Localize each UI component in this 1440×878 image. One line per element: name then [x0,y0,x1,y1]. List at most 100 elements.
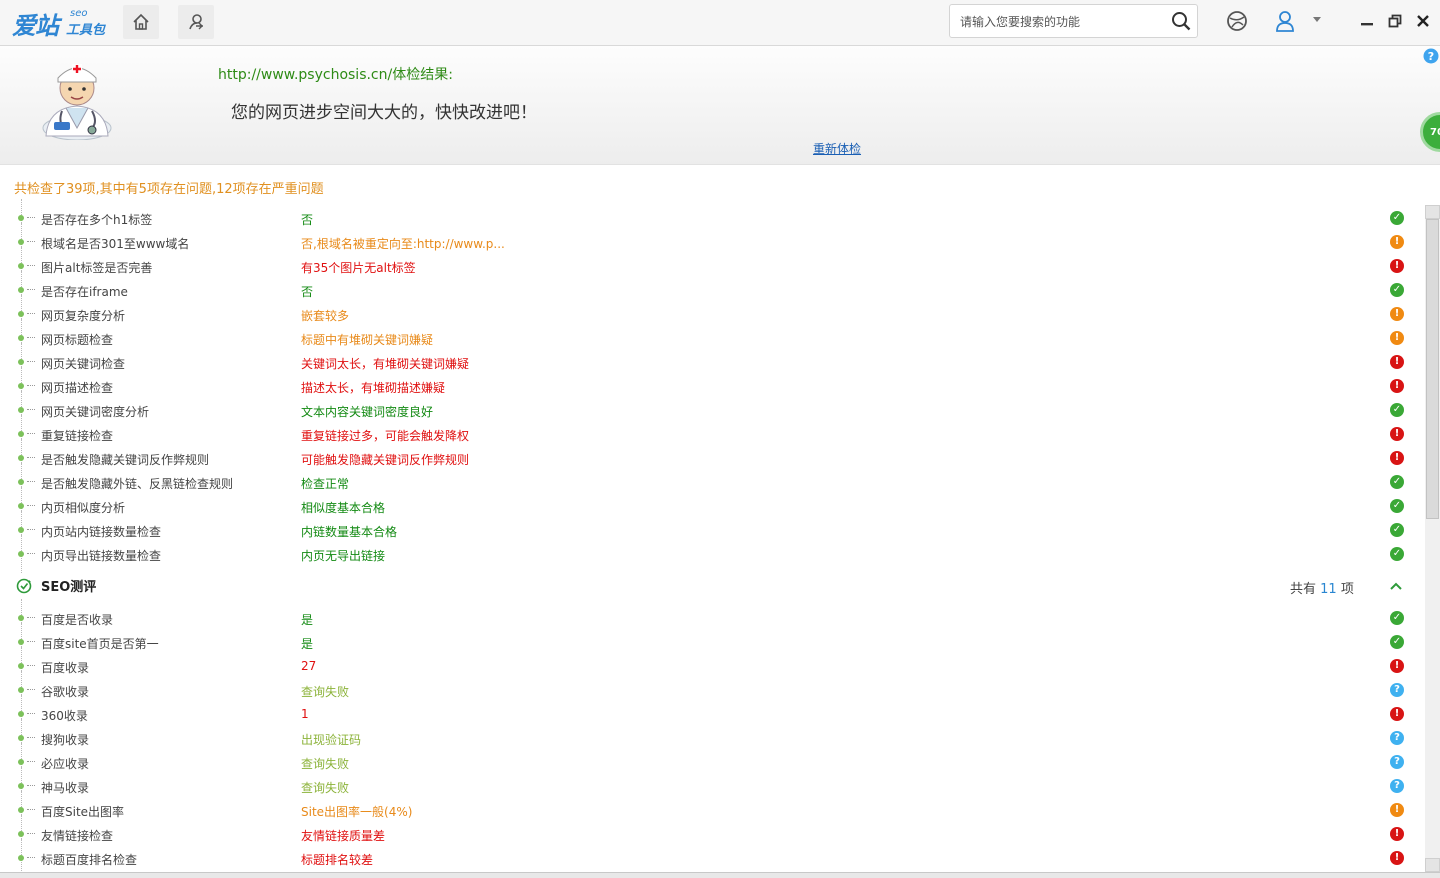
tree-connector [27,385,35,386]
tree-bullet-icon [18,503,24,509]
check-label: 必应收录 [41,757,90,771]
home-button[interactable] [123,5,159,39]
check-row: 百度是否收录 是 ✓ [0,599,1425,637]
home-icon [133,13,149,30]
scroll-down-button[interactable] [1425,858,1440,872]
check-label: 网页描述检查 [41,381,114,395]
minimize-icon[interactable] [1360,14,1374,28]
tree-bullet-icon [18,855,24,861]
scroll-up-button[interactable] [1425,205,1440,219]
help-icon[interactable]: ? [1423,48,1439,67]
tree-connector [27,433,35,434]
check-result: 描述太长，有堆砌描述嫌疑 [301,381,446,395]
status-err-icon: ! [1390,451,1404,465]
check-label: 百度Site出图率 [41,805,125,819]
status-ok-icon: ✓ [1390,611,1404,625]
tree-bullet-icon [18,335,24,341]
status-ok-icon: ✓ [1390,475,1404,489]
check-result: 可能触发隐藏关键词反作弊规则 [301,453,470,467]
check-row: 网页关键词检查 关键词太长，有堆砌关键词嫌疑! [0,343,1425,381]
check-label: 重复链接检查 [41,429,114,443]
search-input[interactable] [958,12,1162,32]
check-result: 检查正常 [301,477,350,491]
status-err-icon: ! [1390,851,1404,865]
checkup-header: http://www.psychosis.cn/体检结果: 您的网页进步空间大大… [0,46,1440,165]
check-label: 搜狗收录 [41,733,90,747]
seo-section-title: SEO测评 [41,580,97,595]
check-label: 网页标题检查 [41,333,114,347]
check-row: 网页标题检查 标题中有堆砌关键词嫌疑! [0,319,1425,357]
tree-bullet-icon [18,455,24,461]
check-row: 网页关键词密度分析 文本内容关键词密度良好 ✓ [0,391,1425,429]
tree-bullet-icon [18,479,24,485]
recheck-link[interactable]: 重新体检 [813,140,861,157]
logo-sub-text: 工具包 [66,23,106,38]
logo-seo-text: seo [70,8,88,19]
check-result: 出现验证码 [301,733,362,747]
status-ok-icon: ✓ [1390,403,1404,417]
seo-section-header[interactable]: SEO测评 共有 11 项 [0,572,1425,602]
check-label: 标题百度排名检查 [41,853,138,867]
check-label: 网页关键词检查 [41,357,126,371]
check-result: 查询失败 [301,781,350,795]
status-err-icon: ! [1390,427,1404,441]
check-row: 是否存在多个h1标签 否 ✓ [0,199,1425,237]
check-result: 有35个图片无alt标签 [301,261,416,275]
check-label: 神马收录 [41,781,90,795]
status-unk-icon: ? [1390,779,1404,793]
restore-icon[interactable] [1388,14,1402,28]
tree-connector [27,785,35,786]
tree-bullet-icon [18,239,24,245]
vertical-scrollbar[interactable] [1425,205,1440,872]
tree-connector [27,217,35,218]
close-icon[interactable] [1416,14,1430,28]
check-label: 图片alt标签是否完善 [41,261,153,275]
status-err-icon: ! [1390,707,1404,721]
tree-connector [27,833,35,834]
tree-connector [27,617,35,618]
tree-bullet-icon [18,359,24,365]
check-result: 否 [301,213,314,227]
check-row: 360收录 1! [0,695,1425,733]
check-row: 谷歌收录 查询失败? [0,671,1425,709]
tree-connector [27,337,35,338]
scroll-thumb[interactable] [1426,219,1439,519]
check-label: 是否存在多个h1标签 [41,213,153,227]
skin-icon[interactable] [1226,10,1248,32]
check-label: 内页站内链接数量检查 [41,525,162,539]
user-search-button[interactable] [178,5,214,39]
doctor-avatar-icon [38,56,116,143]
check-result: 是 [301,613,314,627]
check-label: 网页复杂度分析 [41,309,126,323]
check-row: 是否触发隐藏关键词反作弊规则 可能触发隐藏关键词反作弊规则! [0,439,1425,477]
tree-bullet-icon [18,663,24,669]
status-err-icon: ! [1390,379,1404,393]
user-icon[interactable] [1275,10,1295,32]
tree-bullet-icon [18,711,24,717]
tree-bullet-icon [18,551,24,557]
user-search-icon [189,14,203,30]
check-result: 重复链接过多，可能会触发降权 [301,429,470,443]
check-row: 图片alt标签是否完善 有35个图片无alt标签! [0,247,1425,285]
search-icon[interactable] [1171,11,1191,34]
collapse-chevron-icon[interactable] [1390,580,1402,594]
check-row: 内页相似度分析 相似度基本合格 ✓ [0,487,1425,525]
tree-connector [27,857,35,858]
check-row: 神马收录 查询失败? [0,767,1425,805]
check-result: 否,根域名被重定向至:http://www.p... [301,237,505,251]
tree-connector [27,481,35,482]
seo-section-icon [16,578,32,597]
check-label: 是否触发隐藏外链、反黑链检查规则 [41,477,234,491]
check-label: 360收录 [41,709,88,723]
check-result: 查询失败 [301,757,350,771]
check-row: 百度site首页是否第一 是 ✓ [0,623,1425,661]
check-label: 是否触发隐藏关键词反作弊规则 [41,453,210,467]
status-warn-icon: ! [1390,331,1404,345]
logo-main-text: 爱站 [12,12,59,40]
result-url: http://www.psychosis.cn/体检结果: [218,67,453,83]
status-ok-icon: ✓ [1390,283,1404,297]
tree-bullet-icon [18,527,24,533]
status-err-icon: ! [1390,827,1404,841]
svg-text:?: ? [1428,50,1434,63]
user-dropdown-icon[interactable] [1313,17,1321,23]
